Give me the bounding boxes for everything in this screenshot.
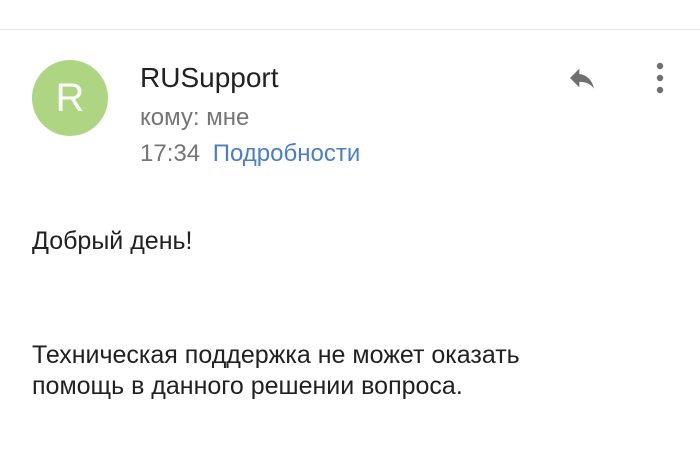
message-line-2: помощь в данного решении вопроса. <box>32 372 463 400</box>
message-line-1: Техническая поддержка не может оказать <box>32 341 520 369</box>
more-vert-icon <box>656 62 664 94</box>
reply-button[interactable] <box>560 56 604 100</box>
sender-avatar[interactable]: R <box>32 60 108 136</box>
reply-icon <box>570 68 594 89</box>
more-options-button[interactable] <box>644 56 676 100</box>
meta-line: 17:34 Подробности <box>140 140 360 168</box>
recipient-line: кому: мне <box>140 104 250 131</box>
email-header: R RUSupport кому: мне 17:34 Подробности <box>0 0 700 190</box>
email-message: Техническая поддержка не может оказать п… <box>32 340 672 402</box>
sender-name[interactable]: RUSupport <box>140 62 279 94</box>
email-time: 17:34 <box>140 140 201 167</box>
details-link[interactable]: Подробности <box>213 140 361 167</box>
email-greeting: Добрый день! <box>32 227 193 255</box>
avatar-letter: R <box>55 76 85 120</box>
